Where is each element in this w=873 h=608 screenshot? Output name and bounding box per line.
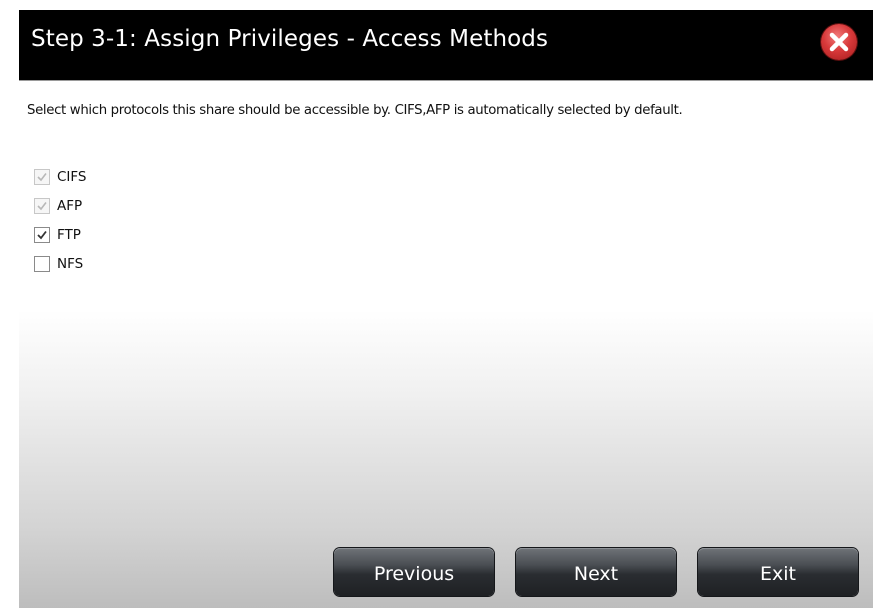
checkmark-icon [37, 202, 47, 211]
nfs-label: NFS [57, 256, 84, 272]
wizard-dialog: Step 3-1: Assign Privileges - Access Met… [19, 10, 873, 608]
next-button[interactable]: Next [516, 548, 676, 596]
protocol-list: CIFS AFP FTP NFS [34, 169, 87, 285]
cifs-label: CIFS [57, 169, 87, 185]
cifs-checkbox[interactable] [34, 169, 50, 185]
protocol-row-nfs: NFS [34, 256, 87, 285]
nfs-checkbox[interactable] [34, 256, 50, 272]
title-divider [19, 80, 873, 81]
dialog-title: Step 3-1: Assign Privileges - Access Met… [31, 26, 549, 52]
protocol-row-cifs: CIFS [34, 169, 87, 198]
close-button[interactable] [821, 24, 857, 60]
previous-button[interactable]: Previous [334, 548, 494, 596]
title-bar: Step 3-1: Assign Privileges - Access Met… [19, 10, 873, 80]
instructions-text: Select which protocols this share should… [27, 103, 683, 118]
checkmark-icon [37, 173, 47, 182]
ftp-checkbox[interactable] [34, 227, 50, 243]
afp-checkbox[interactable] [34, 198, 50, 214]
close-x-icon [829, 32, 849, 52]
ftp-label: FTP [57, 227, 81, 243]
exit-button[interactable]: Exit [698, 548, 858, 596]
protocol-row-ftp: FTP [34, 227, 87, 256]
checkmark-icon [37, 230, 47, 240]
afp-label: AFP [57, 198, 83, 214]
protocol-row-afp: AFP [34, 198, 87, 227]
